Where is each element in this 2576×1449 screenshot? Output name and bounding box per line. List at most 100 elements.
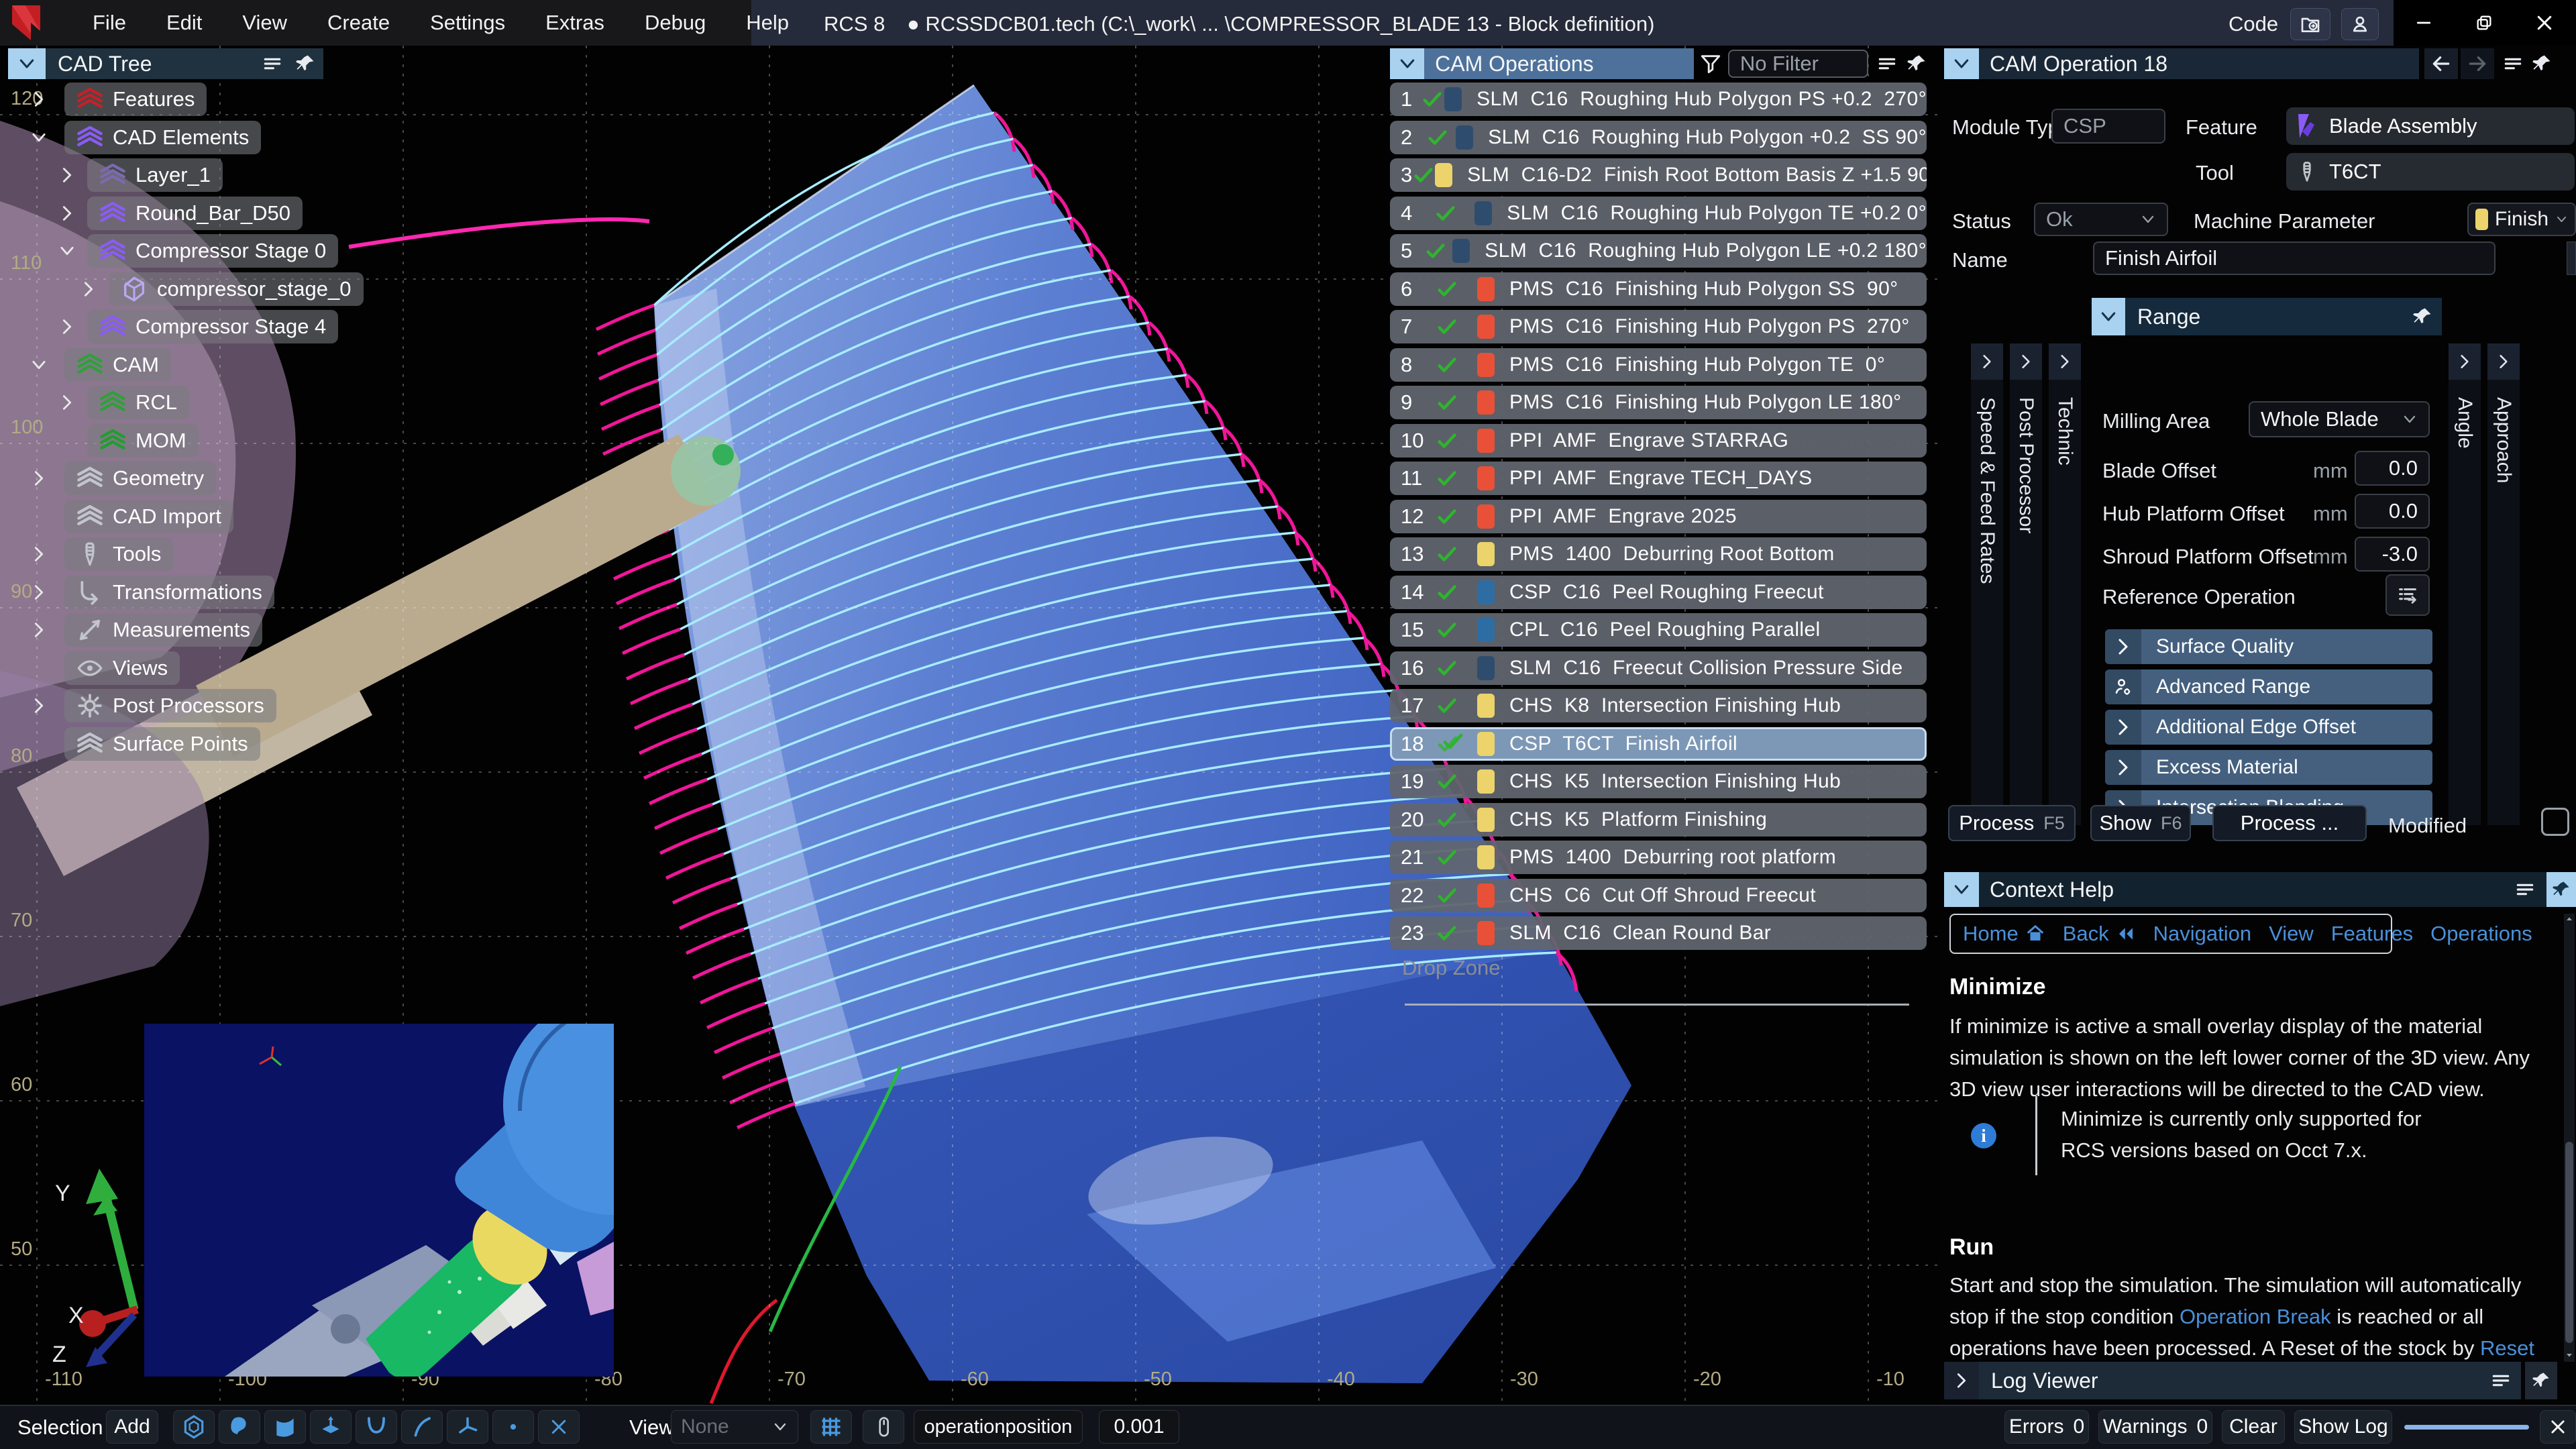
cam-operation-row-9[interactable]: 9PMS C16 Finishing Hub Polygon LE 180° [1390, 386, 1927, 419]
context-help-pin-icon[interactable] [2546, 872, 2576, 907]
tree-expander-closed[interactable] [30, 583, 48, 602]
tab-post-processor[interactable]: Post Processor [2010, 343, 2042, 825]
cam-operation-row-13[interactable]: 13PMS 1400 Deburring Root Bottom [1390, 537, 1927, 571]
menu-edit[interactable]: Edit [146, 0, 222, 46]
tree-item-compressor-stage-0[interactable]: Compressor Stage 0 [87, 234, 338, 268]
select-point-button[interactable] [492, 1410, 534, 1444]
show-log-button[interactable]: Show Log [2294, 1410, 2392, 1444]
offset-input-blade-offset[interactable]: 0.0 [2355, 451, 2430, 486]
machine-parameter-dropdown[interactable]: Finish [2467, 203, 2576, 236]
tree-item-tools[interactable]: Tools [64, 537, 173, 571]
reference-operation-button[interactable] [2385, 574, 2430, 616]
help-nav-view[interactable]: View [2269, 922, 2314, 946]
maximize-button[interactable] [2454, 0, 2514, 46]
tree-item-layer-1[interactable]: Layer_1 [87, 158, 223, 192]
tree-item-compressor-stage-4[interactable]: Compressor Stage 4 [87, 310, 338, 343]
close-button[interactable] [2514, 0, 2575, 46]
menu-create[interactable]: Create [307, 0, 410, 46]
select-deselect-button[interactable] [538, 1410, 580, 1444]
scroll-thumb[interactable] [2565, 1142, 2573, 1343]
cam-operation-row-12[interactable]: 12PPI AMF Engrave 2025 [1390, 500, 1927, 533]
help-scrollbar[interactable] [2564, 914, 2575, 1362]
status-dropdown[interactable]: Ok [2034, 203, 2168, 236]
select-surface-button[interactable] [264, 1410, 306, 1444]
tree-item-transformations[interactable]: Transformations [64, 576, 274, 609]
menu-extras[interactable]: Extras [525, 0, 625, 46]
cad-tree-menu-icon[interactable] [262, 53, 283, 74]
tree-expander-closed[interactable] [30, 90, 48, 109]
cam-operation-row-15[interactable]: 15CPL C16 Peel Roughing Parallel [1390, 613, 1927, 647]
name-side-button[interactable] [2567, 241, 2576, 275]
history-back-button[interactable] [2424, 48, 2458, 79]
menu-file[interactable]: File [72, 0, 146, 46]
cam-operation-row-23[interactable]: 23SLM C16 Clean Round Bar [1390, 916, 1927, 950]
section-advanced-range-button[interactable]: Advanced Range [2105, 669, 2432, 704]
range-collapse-button[interactable] [2092, 298, 2125, 335]
operation-panel-collapse-button[interactable] [1944, 48, 1979, 79]
cam-operation-row-10[interactable]: 10PPI AMF Engrave STARRAG [1390, 424, 1927, 458]
tree-item-features[interactable]: Features [64, 83, 207, 116]
tab-technic[interactable]: Technic [2049, 343, 2081, 825]
cam-operation-row-4[interactable]: 4SLM C16 Roughing Hub Polygon TE +0.2 0° [1390, 197, 1927, 230]
selection-add-button[interactable]: Add [106, 1410, 158, 1444]
scroll-down-icon[interactable] [2564, 1350, 2575, 1360]
tool-field[interactable]: T6CT [2286, 153, 2575, 191]
milling-area-dropdown[interactable]: Whole Blade [2249, 401, 2430, 437]
clear-button[interactable]: Clear [2222, 1410, 2285, 1444]
tree-expander-closed[interactable] [79, 280, 98, 299]
offset-input-hub-platform-offset[interactable]: 0.0 [2355, 494, 2430, 529]
tree-item-round-bar-d50[interactable]: Round_Bar_D50 [87, 197, 303, 230]
select-solid-button[interactable] [173, 1410, 215, 1444]
tree-expander-closed[interactable] [30, 696, 48, 715]
help-nav-back[interactable]: Back [2063, 922, 2136, 946]
show-button[interactable]: ShowF6 [2090, 805, 2191, 841]
mouse-mode-button[interactable] [863, 1410, 904, 1444]
cam-operation-row-11[interactable]: 11PPI AMF Engrave TECH_DAYS [1390, 462, 1927, 495]
tree-expander-closed[interactable] [30, 545, 48, 564]
feature-field[interactable]: Blade Assembly [2286, 107, 2575, 145]
tree-expander-open[interactable] [30, 128, 48, 147]
help-link-operation-break[interactable]: Operation Break [2180, 1305, 2331, 1328]
tree-item-mom[interactable]: MOM [87, 424, 199, 458]
tree-item-post-processors[interactable]: Post Processors [64, 689, 276, 722]
tree-expander-closed[interactable] [58, 317, 76, 336]
help-nav-features[interactable]: Features [2331, 922, 2413, 946]
grid-toggle-button[interactable] [810, 1410, 852, 1444]
user-account-button[interactable] [2341, 8, 2379, 40]
tree-item-surface-points[interactable]: Surface Points [64, 727, 260, 761]
cam-operation-row-1[interactable]: 1SLM C16 Roughing Hub Polygon PS +0.2 27… [1390, 83, 1927, 116]
section-additional-edge-offset-button[interactable]: Additional Edge Offset [2105, 710, 2432, 745]
tree-expander-open[interactable] [58, 241, 76, 260]
operation-panel-menu-icon[interactable] [2494, 53, 2532, 74]
log-close-button[interactable] [2540, 1410, 2576, 1444]
precision-field[interactable]: 0.001 [1099, 1410, 1179, 1444]
warnings-button[interactable]: Warnings0 [2098, 1410, 2212, 1444]
log-viewer-menu-icon[interactable] [2490, 1370, 2521, 1391]
tree-expander-closed[interactable] [58, 204, 76, 223]
select-surface-normal-button[interactable] [310, 1410, 352, 1444]
cad-tree-collapse-button[interactable] [8, 48, 46, 79]
help-link-reset[interactable]: Reset [2480, 1336, 2534, 1360]
tree-item-cad-import[interactable]: CAD Import [64, 500, 233, 533]
cam-operation-row-5[interactable]: 5SLM C16 Roughing Hub Polygon LE +0.2 18… [1390, 234, 1927, 268]
context-help-collapse-button[interactable] [1944, 872, 1979, 907]
log-viewer-expand-button[interactable] [1944, 1362, 1979, 1399]
cam-operation-row-22[interactable]: 22CHS C6 Cut Off Shroud Freecut [1390, 879, 1927, 912]
module-type-field[interactable]: CSP [2051, 109, 2165, 144]
cam-operation-row-20[interactable]: 20CHS K5 Platform Finishing [1390, 803, 1927, 837]
cad-tree-pin-icon[interactable] [295, 54, 323, 74]
minimize-button[interactable] [2394, 0, 2454, 46]
menu-help[interactable]: Help [726, 0, 809, 46]
cam-operation-row-2[interactable]: 2SLM C16 Roughing Hub Polygon +0.2 SS 90… [1390, 121, 1927, 154]
tree-item-geometry[interactable]: Geometry [64, 462, 216, 495]
cam-operation-row-16[interactable]: 16SLM C16 Freecut Collision Pressure Sid… [1390, 651, 1927, 685]
filter-input[interactable]: No Filter [1728, 50, 1868, 78]
tree-expander-closed[interactable] [58, 166, 76, 184]
help-nav-navigation[interactable]: Navigation [2153, 922, 2251, 946]
cam-operations-pin-icon[interactable] [1907, 54, 1927, 74]
scroll-up-icon[interactable] [2564, 914, 2575, 924]
tree-item-rcl[interactable]: RCL [87, 386, 189, 419]
modified-checkbox[interactable] [2541, 808, 2569, 836]
cam-operation-row-21[interactable]: 21PMS 1400 Deburring root platform [1390, 841, 1927, 874]
name-input[interactable]: Finish Airfoil [2093, 241, 2496, 275]
